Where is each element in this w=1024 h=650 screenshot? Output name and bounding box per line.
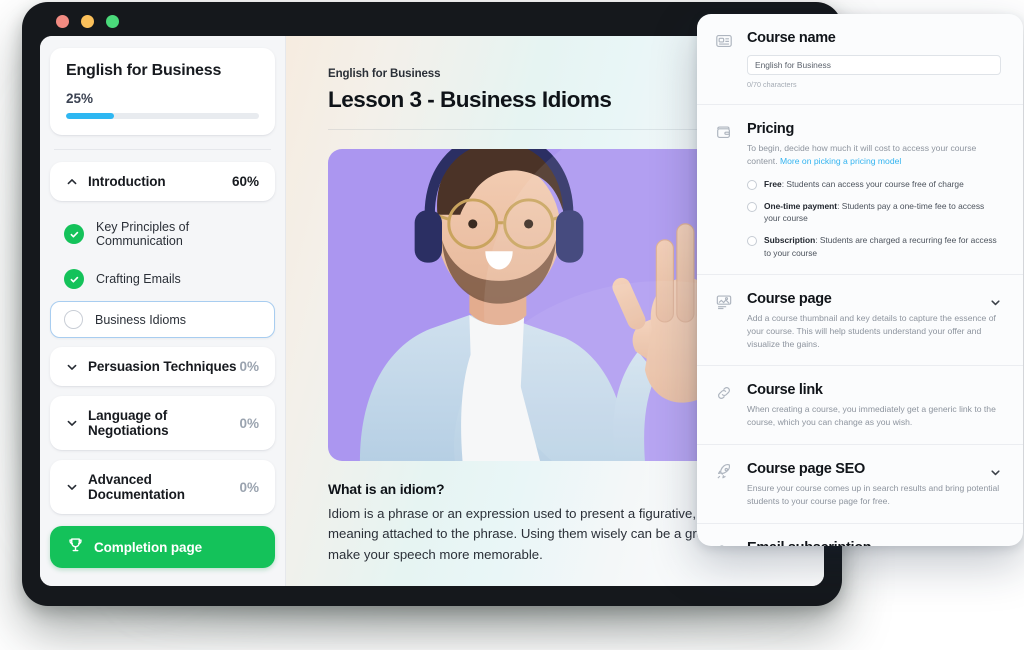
course-progress-fill (66, 113, 115, 119)
pricing-option-subscription[interactable]: Subscription: Students are charged a rec… (747, 234, 1001, 258)
sidebar-divider (54, 149, 271, 150)
maximize-icon[interactable] (106, 15, 119, 28)
panel-section-desc: To begin, decide how much it will cost t… (747, 142, 1001, 168)
panel-section-desc: When creating a course, you immediately … (747, 404, 996, 428)
course-settings-panel: Course name 0/70 characters Pricing To b… (697, 14, 1023, 546)
check-icon (64, 224, 84, 244)
link-icon (715, 382, 735, 429)
pricing-more-link[interactable]: More on picking a pricing model (780, 156, 901, 166)
radio-icon[interactable] (747, 236, 757, 247)
panel-section-course-page[interactable]: Course page Add a course thumbnail and k… (697, 275, 1023, 367)
radio-icon[interactable] (747, 179, 757, 190)
lesson-label: Key Principles of Communication (96, 220, 190, 248)
window-controls[interactable] (56, 15, 119, 28)
chevron-up-icon (66, 176, 78, 188)
pricing-option-label: One-time payment: Students pay a one-tim… (764, 200, 1001, 224)
pricing-option-free[interactable]: Free: Students can access your course fr… (747, 178, 1001, 190)
lesson-label: Business Idioms (95, 312, 187, 327)
chevron-down-icon[interactable] (990, 295, 1001, 313)
course-sidebar: English for Business 25% Introduction 60… (40, 36, 286, 586)
pricing-option-label: Subscription: Students are charged a rec… (764, 234, 1001, 258)
panel-section-email-subscription[interactable]: Email subscription Set the rules for add… (697, 524, 1023, 546)
course-progress-bar (66, 113, 259, 119)
course-title: English for Business (66, 62, 222, 79)
sidebar-section-label: Language of Negotiations (88, 408, 169, 438)
sidebar-section-label: Persuasion Techniques (88, 359, 237, 374)
panel-section-title: Email subscription (747, 540, 1001, 546)
panel-section-course-page-seo[interactable]: Course page SEO Ensure your course comes… (697, 445, 1023, 524)
check-icon (64, 269, 84, 289)
sidebar-section-label: Introduction (88, 174, 166, 189)
panel-section-title: Course link (747, 382, 823, 399)
sidebar-section-percent: 0% (239, 415, 259, 431)
image-icon (715, 291, 735, 351)
panel-section-pricing: Pricing To begin, decide how much it wil… (697, 105, 1023, 275)
list-item-current[interactable]: Business Idioms (50, 301, 275, 338)
chevron-down-icon[interactable] (990, 465, 1001, 483)
sidebar-section-label: Advanced Documentation (88, 472, 185, 502)
panel-section-title: Course page (747, 290, 832, 307)
wallet-icon (715, 121, 735, 259)
stage: English for Business 25% Introduction 60… (0, 0, 1024, 650)
completion-page-button[interactable]: Completion page (50, 526, 275, 568)
course-name-input[interactable] (747, 55, 1001, 75)
pricing-option-one-time[interactable]: One-time payment: Students pay a one-tim… (747, 200, 1001, 224)
list-item[interactable]: Crafting Emails (50, 260, 275, 298)
pricing-option-label: Free: Students can access your course fr… (764, 178, 964, 190)
pricing-option-text: : Students can access your course free o… (781, 178, 964, 189)
sidebar-section-advanced-documentation[interactable]: Advanced Documentation 0% (50, 460, 275, 514)
panel-section-desc: Ensure your course comes up in search re… (747, 483, 1000, 507)
textbox-icon (715, 30, 735, 89)
course-progress-label: 25% (66, 91, 94, 106)
panel-section-course-link[interactable]: Course link When creating a course, you … (697, 366, 1023, 446)
chevron-down-icon (66, 481, 78, 493)
sidebar-section-percent: 60% (231, 174, 259, 189)
circle-outline-icon (64, 310, 83, 329)
list-item[interactable]: Key Principles of Communication (50, 211, 275, 257)
panel-section-course-name: Course name 0/70 characters (697, 14, 1023, 105)
sidebar-section-language-of-negotiations[interactable]: Language of Negotiations 0% (50, 396, 275, 450)
people-icon (715, 540, 735, 546)
sidebar-section-percent: 0% (239, 359, 259, 374)
completion-page-label: Completion page (94, 539, 203, 555)
panel-section-title: Course page SEO (747, 461, 865, 478)
pricing-option-name: Subscription (764, 235, 816, 246)
close-icon[interactable] (56, 15, 69, 28)
rocket-icon (715, 461, 735, 508)
radio-icon[interactable] (747, 201, 757, 212)
pricing-option-name: Free (764, 178, 782, 189)
chevron-down-icon (66, 361, 78, 373)
pricing-option-name: One-time payment (764, 200, 838, 211)
trophy-icon (68, 537, 83, 558)
panel-section-desc: Add a course thumbnail and key details t… (747, 312, 996, 349)
panel-section-title: Course name (747, 30, 836, 46)
character-count: 0/70 characters (747, 80, 797, 89)
minimize-icon[interactable] (81, 15, 94, 28)
sidebar-section-percent: 0% (239, 479, 259, 495)
sidebar-section-introduction[interactable]: Introduction 60% (50, 162, 275, 201)
sidebar-section-persuasion-techniques[interactable]: Persuasion Techniques 0% (50, 347, 275, 386)
course-summary-card: English for Business 25% (50, 48, 275, 135)
panel-section-title: Pricing (747, 121, 795, 137)
chevron-down-icon[interactable] (990, 544, 1001, 546)
chevron-down-icon (66, 417, 78, 429)
lesson-label: Crafting Emails (96, 272, 181, 286)
